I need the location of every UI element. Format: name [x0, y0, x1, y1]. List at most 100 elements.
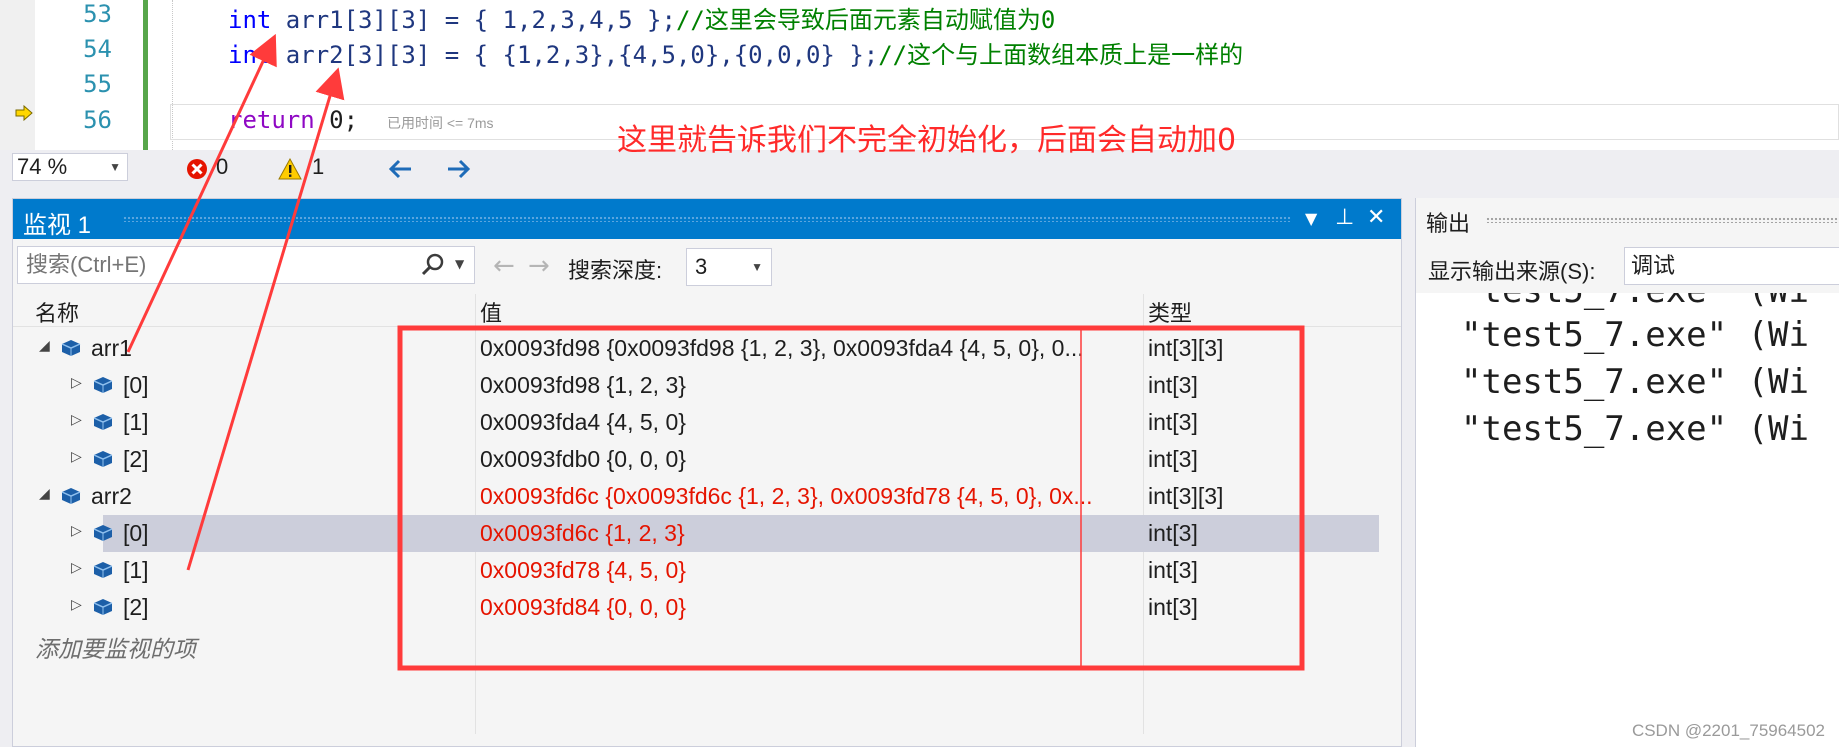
- expand-triangle-icon[interactable]: ▷: [71, 375, 82, 391]
- code-text: arr2[3][3] = { {1,2,3},{4,5,0},{0,0,0} }…: [271, 41, 879, 69]
- column-header-value[interactable]: 值: [480, 296, 502, 328]
- watch-row-type: int[3][3]: [1148, 483, 1224, 509]
- collapse-triangle-icon[interactable]: ◢: [39, 486, 50, 502]
- editor-status-strip: 74 % ▼ 0 1: [0, 150, 1839, 188]
- watch-row-name: [2]: [123, 594, 149, 620]
- watch-row[interactable]: ◢ arr2 0x0093fd6c {0x0093fd6c {1, 2, 3}, 0…: [13, 478, 1401, 515]
- watch-row-value[interactable]: 0x0093fd78 {4, 5, 0}: [480, 557, 1150, 584]
- add-watch-item[interactable]: 添加要监视的项: [35, 630, 196, 664]
- watch-row-type: int[3]: [1148, 409, 1198, 435]
- output-window[interactable]: 输出 显示输出来源(S): 调试 "test5_7.exe" (Wi "test…: [1415, 198, 1839, 747]
- search-options-chevron-icon[interactable]: ▼: [455, 257, 464, 271]
- code-text: 0;: [314, 106, 359, 134]
- title-grip: [1486, 217, 1839, 223]
- navigate-back-icon[interactable]: [388, 158, 414, 180]
- watch-row-type: int[3]: [1148, 594, 1198, 620]
- expand-triangle-icon[interactable]: ▷: [71, 449, 82, 465]
- watch-row-value[interactable]: 0x0093fdb0 {0, 0, 0}: [480, 446, 1150, 473]
- watch-search-box[interactable]: ▼: [17, 246, 475, 284]
- output-title-bar[interactable]: 输出: [1416, 198, 1839, 238]
- watch-row-type: int[3]: [1148, 372, 1198, 398]
- search-depth-label: 搜索深度:: [568, 258, 663, 283]
- title-grip: [123, 216, 1291, 222]
- line-number: 53: [83, 0, 112, 28]
- chevron-down-icon: ▼: [109, 160, 121, 174]
- watch-row-value[interactable]: 0x0093fd84 {0, 0, 0}: [480, 594, 1150, 621]
- watch-row-name: [1]: [123, 557, 149, 583]
- output-source-dropdown[interactable]: 调试: [1624, 247, 1839, 285]
- search-depth-dropdown[interactable]: 3 ▼: [686, 248, 772, 286]
- search-next-icon[interactable]: →: [528, 251, 550, 281]
- watch-row[interactable]: ▷ [0] 0x0093fd6c {1, 2, 3} int[3]: [71, 515, 1379, 552]
- code-editor[interactable]: 53 54 55 56 int arr1[3][3] = { 1,2,3,4,5…: [0, 0, 1839, 150]
- search-input[interactable]: [24, 247, 388, 283]
- watch-row-value[interactable]: 0x0093fd6c {1, 2, 3}: [480, 520, 1150, 547]
- code-line-54[interactable]: int arr2[3][3] = { {1,2,3},{4,5,0},{0,0,…: [228, 35, 1243, 70]
- variable-cube-icon: [93, 377, 113, 393]
- code-line-56[interactable]: return 0; 已用时间 <= 7ms: [228, 106, 494, 134]
- watch-title-bar[interactable]: 监视 1 ▼ ⊥ ✕: [13, 199, 1401, 239]
- watch-row[interactable]: ▷ [1] 0x0093fda4 {4, 5, 0} int[3]: [13, 404, 1401, 441]
- output-line: "test5_7.exe" (Wi: [1461, 362, 1809, 402]
- line-number: 54: [83, 35, 112, 63]
- search-icon[interactable]: [420, 253, 446, 277]
- watch-row-value[interactable]: 0x0093fda4 {4, 5, 0}: [480, 409, 1150, 436]
- keyword: int: [228, 41, 272, 69]
- watch-row-value[interactable]: 0x0093fd98 {0x0093fd98 {1, 2, 3}, 0x0093…: [480, 335, 1150, 362]
- watch-row-type: int[3]: [1148, 446, 1198, 472]
- code-text: arr1[3][3] = { 1,2,3,4,5 };: [271, 6, 676, 34]
- keyword: return: [228, 106, 315, 134]
- output-line: "test5_7.exe" (Wi: [1461, 315, 1809, 355]
- expand-triangle-icon[interactable]: ▷: [71, 560, 82, 576]
- watch-window[interactable]: 监视 1 ▼ ⊥ ✕ ▼ ← → 搜索深度: 3 ▼ 名称 值 类型 ◢ arr1…: [12, 198, 1402, 747]
- expand-triangle-icon[interactable]: ▷: [71, 412, 82, 428]
- collapse-triangle-icon[interactable]: ◢: [39, 338, 50, 354]
- search-previous-icon[interactable]: ←: [493, 251, 515, 281]
- watch-row-name: [2]: [123, 446, 149, 472]
- watch-row[interactable]: ▷ [2] 0x0093fd84 {0, 0, 0} int[3]: [13, 589, 1401, 626]
- watch-row-name: arr2: [91, 483, 132, 509]
- watch-row[interactable]: ▷ [0] 0x0093fd98 {1, 2, 3} int[3]: [13, 367, 1401, 404]
- output-source-value: 调试: [1631, 253, 1676, 278]
- code-line-53[interactable]: int arr1[3][3] = { 1,2,3,4,5 };//这里会导致后面…: [228, 0, 1055, 35]
- output-line: "test5_7.exe" (Wi: [1461, 293, 1809, 311]
- code-comment: //这里会导致后面元素自动赋值为0: [675, 6, 1056, 34]
- column-header-name[interactable]: 名称: [35, 296, 79, 328]
- output-title: 输出: [1426, 211, 1471, 236]
- error-icon[interactable]: [186, 158, 208, 180]
- watch-title: 监视 1: [23, 212, 92, 239]
- watch-row-type: int[3]: [1148, 557, 1198, 583]
- watch-grid-header: 名称 值 类型: [13, 294, 1401, 327]
- change-tracking-bar: [143, 0, 148, 150]
- zoom-dropdown[interactable]: 74 % ▼: [12, 153, 128, 181]
- watch-row-value[interactable]: 0x0093fd98 {1, 2, 3}: [480, 372, 1150, 399]
- variable-cube-icon: [93, 525, 113, 541]
- watch-row-type: int[3]: [1148, 520, 1198, 546]
- error-count: 0: [216, 154, 229, 179]
- expand-triangle-icon[interactable]: ▷: [71, 523, 82, 539]
- variable-cube-icon: [61, 488, 81, 504]
- watch-row[interactable]: ▷ [1] 0x0093fd78 {4, 5, 0} int[3]: [13, 552, 1401, 589]
- elapsed-time-hint: 已用时间 <= 7ms: [386, 115, 494, 131]
- watch-row-name: [1]: [123, 409, 149, 435]
- watch-row[interactable]: ▷ [2] 0x0093fdb0 {0, 0, 0} int[3]: [13, 441, 1401, 478]
- line-number: 56: [83, 106, 112, 134]
- watch-row[interactable]: ◢ arr1 0x0093fd98 {0x0093fd98 {1, 2, 3}, 0…: [13, 330, 1401, 367]
- expand-triangle-icon[interactable]: ▷: [71, 597, 82, 613]
- current-statement-arrow-icon: [15, 105, 33, 121]
- output-line: "test5_7.exe" (Wi: [1461, 409, 1809, 449]
- output-text-area[interactable]: "test5_7.exe" (Wi "test5_7.exe" (Wi "tes…: [1416, 293, 1839, 747]
- close-icon[interactable]: ✕: [1367, 205, 1385, 230]
- watch-row-type: int[3][3]: [1148, 335, 1224, 361]
- warning-count: 1: [312, 154, 325, 179]
- pin-icon[interactable]: ⊥: [1335, 205, 1354, 230]
- column-header-type[interactable]: 类型: [1148, 296, 1192, 328]
- zoom-value: 74 %: [17, 154, 68, 179]
- output-source-label: 显示输出来源(S):: [1428, 259, 1596, 284]
- window-menu-chevron-icon[interactable]: ▼: [1305, 209, 1317, 228]
- navigate-forward-icon[interactable]: [445, 158, 471, 180]
- warning-icon[interactable]: [278, 158, 302, 180]
- watch-row-name: arr1: [91, 335, 132, 361]
- watch-row-name: [0]: [123, 372, 149, 398]
- watch-row-value[interactable]: 0x0093fd6c {0x0093fd6c {1, 2, 3}, 0x0093…: [480, 483, 1150, 510]
